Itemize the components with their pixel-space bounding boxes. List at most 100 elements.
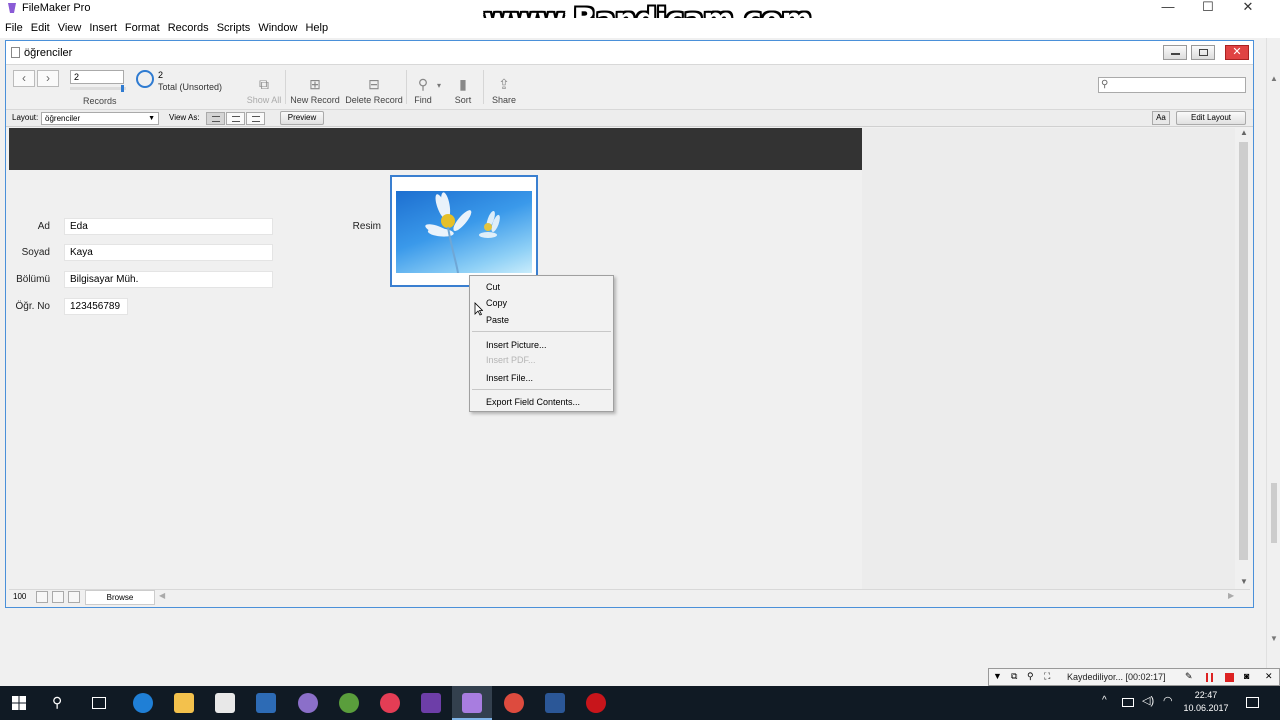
quick-find-input[interactable]: ⚲	[1098, 77, 1246, 93]
zoom-in-button[interactable]	[52, 591, 64, 603]
layout-bar: Layout: öğrenciler ▼ View As: Preview Aa…	[6, 109, 1253, 127]
sort-icon: ▮	[459, 76, 467, 92]
menu-window[interactable]: Window	[254, 18, 301, 38]
menu-records[interactable]: Records	[164, 18, 213, 38]
eclipse-icon[interactable]	[298, 693, 318, 713]
previous-record-button[interactable]: ‹	[13, 70, 35, 87]
task-view-icon[interactable]	[92, 697, 106, 709]
resim-container-field[interactable]	[390, 175, 538, 287]
menu-item-insert-file[interactable]: Insert File...	[486, 373, 533, 383]
bandicam-icon[interactable]	[586, 693, 606, 713]
mode-popup[interactable]: Browse	[85, 590, 155, 605]
menu-scripts[interactable]: Scripts	[213, 18, 255, 38]
zoom-out-button[interactable]	[36, 591, 48, 603]
preview-button[interactable]: Preview	[280, 111, 324, 125]
chrome-icon[interactable]	[504, 693, 524, 713]
fullscreen-icon[interactable]: ⛶	[1044, 671, 1050, 682]
menu-view[interactable]: View	[54, 18, 86, 38]
word-icon[interactable]	[545, 693, 565, 713]
battery-icon[interactable]	[1122, 698, 1134, 707]
tray-clock[interactable]: 22:47 10.06.2017	[1180, 689, 1232, 715]
show-all-icon: ⧉	[259, 76, 269, 92]
scroll-left-icon[interactable]: ◀	[159, 591, 165, 600]
tray-chevron-up-icon[interactable]: ^	[1102, 695, 1107, 706]
delete-record-button[interactable]: ⊟ Delete Record	[344, 75, 404, 105]
action-center-icon[interactable]	[1246, 697, 1259, 708]
tray-time: 22:47	[1194, 690, 1218, 700]
devexpress-icon[interactable]	[256, 693, 276, 713]
field-ad[interactable]: Eda	[64, 218, 273, 235]
close-app-button[interactable]: ✕	[1228, 0, 1268, 16]
search-icon[interactable]: ⚲	[52, 694, 62, 711]
menu-edit[interactable]: Edit	[27, 18, 54, 38]
minimize-app-button[interactable]: —	[1148, 0, 1188, 16]
volume-icon[interactable]: ◁)	[1142, 694, 1154, 707]
android-studio-icon[interactable]	[339, 693, 359, 713]
menu-item-copy[interactable]: Copy	[486, 298, 507, 308]
wifi-icon[interactable]: ◠	[1163, 694, 1173, 707]
view-as-list-button[interactable]	[226, 112, 245, 125]
maximize-app-button[interactable]: ☐	[1188, 0, 1228, 16]
show-all-label: Show All	[246, 95, 282, 105]
edge-icon[interactable]	[133, 693, 153, 713]
found-count: 2	[158, 70, 164, 80]
menu-item-export-field-contents[interactable]: Export Field Contents...	[486, 397, 580, 407]
window-icon[interactable]: ⧉	[1011, 671, 1017, 682]
menu-file[interactable]: File	[1, 18, 27, 38]
sort-button[interactable]: ▮ Sort	[450, 75, 476, 105]
file-explorer-icon[interactable]	[174, 693, 194, 713]
menu-format[interactable]: Format	[121, 18, 164, 38]
found-set-pie-icon[interactable]	[136, 70, 154, 88]
scroll-up-icon[interactable]: ▲	[1240, 128, 1248, 137]
find-dropdown-icon[interactable]: ▾	[437, 81, 441, 90]
menu-item-insert-picture[interactable]: Insert Picture...	[486, 340, 547, 350]
view-as-table-button[interactable]	[246, 112, 265, 125]
share-button[interactable]: ⇪ Share	[490, 75, 518, 105]
view-as-form-button[interactable]	[206, 112, 225, 125]
doc-minimize-button[interactable]	[1163, 45, 1187, 60]
new-record-button[interactable]: ⊞ New Record	[289, 75, 341, 105]
menu-item-cut[interactable]: Cut	[486, 282, 500, 292]
desktop-scroll-thumb[interactable]	[1271, 483, 1277, 543]
search-icon[interactable]: ⚲	[1027, 671, 1034, 682]
doc-close-button[interactable]: ✕	[1225, 45, 1249, 60]
menu-insert[interactable]: Insert	[85, 18, 121, 38]
scroll-down-icon[interactable]: ▼	[1270, 634, 1278, 643]
toggle-toolbar-button[interactable]	[68, 591, 80, 603]
next-record-button[interactable]: ›	[37, 70, 59, 87]
field-bolumu[interactable]: Bilgisayar Müh.	[64, 271, 273, 288]
edit-layout-button[interactable]: Edit Layout	[1176, 111, 1246, 125]
desktop-scrollbar[interactable]: ▲ ▼	[1266, 38, 1280, 686]
layout-select[interactable]: öğrenciler ▼	[41, 112, 159, 125]
dropdown-icon[interactable]: ▼	[993, 671, 1002, 681]
visual-studio-icon[interactable]	[421, 693, 441, 713]
record-slider[interactable]	[70, 87, 126, 90]
vertical-scroll-thumb[interactable]	[1239, 142, 1248, 560]
formatting-bar-button[interactable]: Aa	[1152, 111, 1170, 125]
windows-start-icon[interactable]	[12, 696, 26, 710]
flickr-icon[interactable]	[380, 693, 400, 713]
field-ogr-no[interactable]: 123456789	[64, 298, 128, 315]
filemaker-taskbar-icon[interactable]	[462, 693, 482, 713]
scroll-down-icon[interactable]: ▼	[1240, 577, 1248, 586]
share-label: Share	[491, 95, 517, 105]
stop-icon[interactable]	[1225, 673, 1234, 682]
scroll-up-icon[interactable]: ▲	[1270, 74, 1278, 83]
pencil-icon[interactable]: ✎	[1185, 671, 1193, 682]
scroll-right-icon[interactable]: ▶	[1228, 591, 1234, 600]
find-button[interactable]: ⚲ Find	[410, 75, 436, 105]
doc-restore-button[interactable]	[1191, 45, 1215, 60]
document-window: öğrenciler ✕ ‹ › 2 Records 2 Total (Unso…	[5, 40, 1254, 608]
pause-icon[interactable]	[1206, 673, 1213, 682]
show-all-button[interactable]: ⧉ Show All	[244, 75, 284, 105]
menu-item-paste[interactable]: Paste	[486, 315, 509, 325]
field-soyad[interactable]: Kaya	[64, 244, 273, 261]
vertical-scrollbar[interactable]: ▲ ▼	[1237, 128, 1251, 589]
camera-icon[interactable]: ◙	[1244, 671, 1249, 681]
menu-help[interactable]: Help	[301, 18, 332, 38]
current-record-input[interactable]: 2	[70, 70, 124, 84]
close-icon[interactable]: ✕	[1265, 671, 1273, 682]
store-icon[interactable]	[215, 693, 235, 713]
record-slider-handle[interactable]	[121, 85, 124, 92]
zoom-level[interactable]: 100	[13, 592, 26, 601]
